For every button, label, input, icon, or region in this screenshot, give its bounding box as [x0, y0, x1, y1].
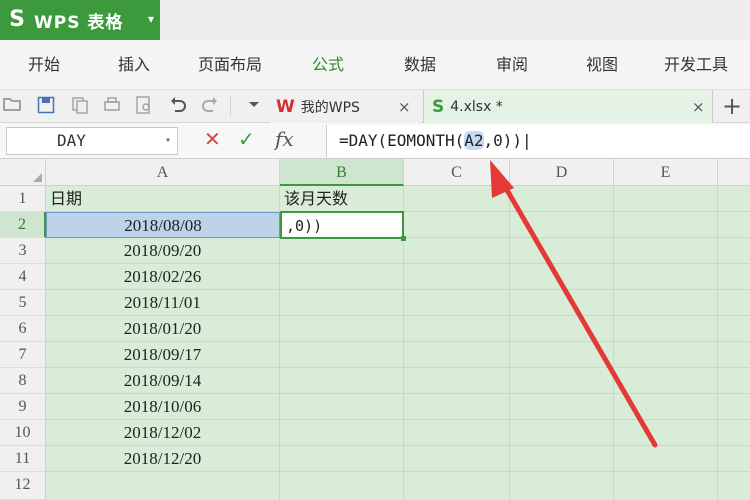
title-bar: S WPS 表格 ▾	[0, 0, 750, 40]
cell-b2-editing[interactable]: ,0))	[280, 211, 404, 239]
row-header-4[interactable]: 4	[0, 264, 46, 290]
cancel-formula-button[interactable]: ✕	[204, 127, 221, 151]
save-icon[interactable]	[36, 96, 56, 116]
insert-function-button[interactable]: fx	[275, 127, 294, 151]
accept-formula-button[interactable]: ✓	[238, 127, 255, 151]
ribbon-tabs: 开始 插入 页面布局 公式 数据 审阅 视图 开发工具	[0, 40, 750, 90]
name-box[interactable]: DAY ▾	[6, 127, 178, 155]
cell-a9[interactable]: 2018/10/06	[46, 394, 279, 420]
cell-a11[interactable]: 2018/12/20	[46, 446, 279, 472]
chevron-down-icon[interactable]: ▾	[165, 128, 171, 154]
spreadsheet-grid[interactable]: A B C D E 1 2 3 4 5 6 7 8 9 10 11 12 日期 …	[0, 159, 750, 500]
fill-handle[interactable]	[401, 236, 406, 241]
cell-a3[interactable]: 2018/09/20	[46, 238, 279, 264]
quick-access-toolbar: W 我的WPS × S 4.xlsx * × +	[0, 90, 750, 123]
app-title: WPS 表格	[34, 12, 124, 33]
row-header-3[interactable]: 3	[0, 238, 46, 264]
row-header-9[interactable]: 9	[0, 394, 46, 420]
cell-a1[interactable]: 日期	[46, 186, 279, 212]
cell-a6[interactable]: 2018/01/20	[46, 316, 279, 342]
formula-text-prefix: =DAY(EOMONTH(	[339, 131, 465, 150]
text-cursor: |	[522, 131, 532, 150]
gridline	[613, 186, 614, 500]
tab-review[interactable]: 审阅	[496, 40, 528, 90]
doc-tab-workbook[interactable]: S 4.xlsx * ×	[423, 90, 713, 123]
cell-a7[interactable]: 2018/09/17	[46, 342, 279, 368]
cell-a4[interactable]: 2018/02/26	[46, 264, 279, 290]
column-header-a[interactable]: A	[46, 159, 280, 186]
column-header-d[interactable]: D	[510, 159, 614, 186]
column-header-next[interactable]	[718, 159, 750, 186]
gridline	[717, 186, 718, 500]
cell-a8[interactable]: 2018/09/14	[46, 368, 279, 394]
close-icon[interactable]: ×	[692, 98, 705, 116]
toolbar-divider	[230, 96, 231, 116]
tab-view[interactable]: 视图	[586, 40, 618, 90]
open-icon[interactable]	[2, 96, 22, 116]
cell-a2[interactable]: 2018/08/08	[46, 212, 280, 238]
cell-a10[interactable]: 2018/12/02	[46, 420, 279, 446]
undo-icon[interactable]	[168, 96, 188, 116]
cell-area[interactable]: 日期 该月天数 2018/08/08 ,0)) 2018/09/20 2018/…	[46, 186, 750, 500]
formula-cell-reference: A2	[464, 131, 484, 150]
column-header-b[interactable]: B	[280, 159, 404, 186]
preview-icon[interactable]	[134, 96, 154, 116]
formula-input[interactable]: =DAY(EOMONTH(A2,0))|	[326, 125, 750, 157]
tab-formulas[interactable]: 公式	[312, 40, 344, 90]
app-menu-button[interactable]: S WPS 表格 ▾	[0, 0, 160, 40]
row-header-10[interactable]: 10	[0, 420, 46, 446]
print-icon[interactable]	[102, 96, 122, 116]
cell-a5[interactable]: 2018/11/01	[46, 290, 279, 316]
copy-icon[interactable]	[70, 96, 90, 116]
row-header-8[interactable]: 8	[0, 368, 46, 394]
tab-page-layout[interactable]: 页面布局	[198, 40, 262, 90]
close-icon[interactable]: ×	[398, 98, 411, 116]
row-header-7[interactable]: 7	[0, 342, 46, 368]
tab-insert[interactable]: 插入	[118, 40, 150, 90]
doc-tab-my-wps[interactable]: W 我的WPS ×	[270, 90, 420, 123]
row-header-12[interactable]: 12	[0, 472, 46, 500]
doc-tab-label: 我的WPS	[300, 99, 360, 116]
row-header-2[interactable]: 2	[0, 212, 46, 238]
column-header-e[interactable]: E	[614, 159, 718, 186]
tab-home[interactable]: 开始	[28, 40, 60, 90]
row-header-6[interactable]: 6	[0, 316, 46, 342]
row-header-5[interactable]: 5	[0, 290, 46, 316]
spreadsheet-file-icon: S	[432, 96, 445, 117]
row-header-11[interactable]: 11	[0, 446, 46, 472]
gridline	[509, 186, 510, 500]
tab-developer[interactable]: 开发工具	[664, 40, 728, 90]
formula-text-suffix: ,0))	[483, 131, 523, 150]
formula-bar: DAY ▾ ✕ ✓ fx =DAY(EOMONTH(A2,0))|	[0, 123, 750, 159]
row-header-1[interactable]: 1	[0, 186, 46, 212]
wps-spreadsheet-logo-icon: S	[9, 7, 25, 32]
chevron-down-icon: ▾	[147, 12, 154, 26]
redo-icon[interactable]	[200, 96, 220, 116]
column-header-c[interactable]: C	[404, 159, 510, 186]
wps-logo-icon: W	[276, 96, 295, 117]
new-tab-button[interactable]: +	[722, 92, 742, 120]
cell-b1[interactable]: 该月天数	[280, 186, 403, 212]
select-all-icon	[33, 173, 42, 182]
select-all-corner[interactable]	[0, 159, 46, 186]
tab-data[interactable]: 数据	[404, 40, 436, 90]
doc-tab-label: 4.xlsx *	[450, 98, 503, 115]
name-box-value: DAY	[57, 131, 86, 150]
more-icon[interactable]	[244, 96, 264, 116]
